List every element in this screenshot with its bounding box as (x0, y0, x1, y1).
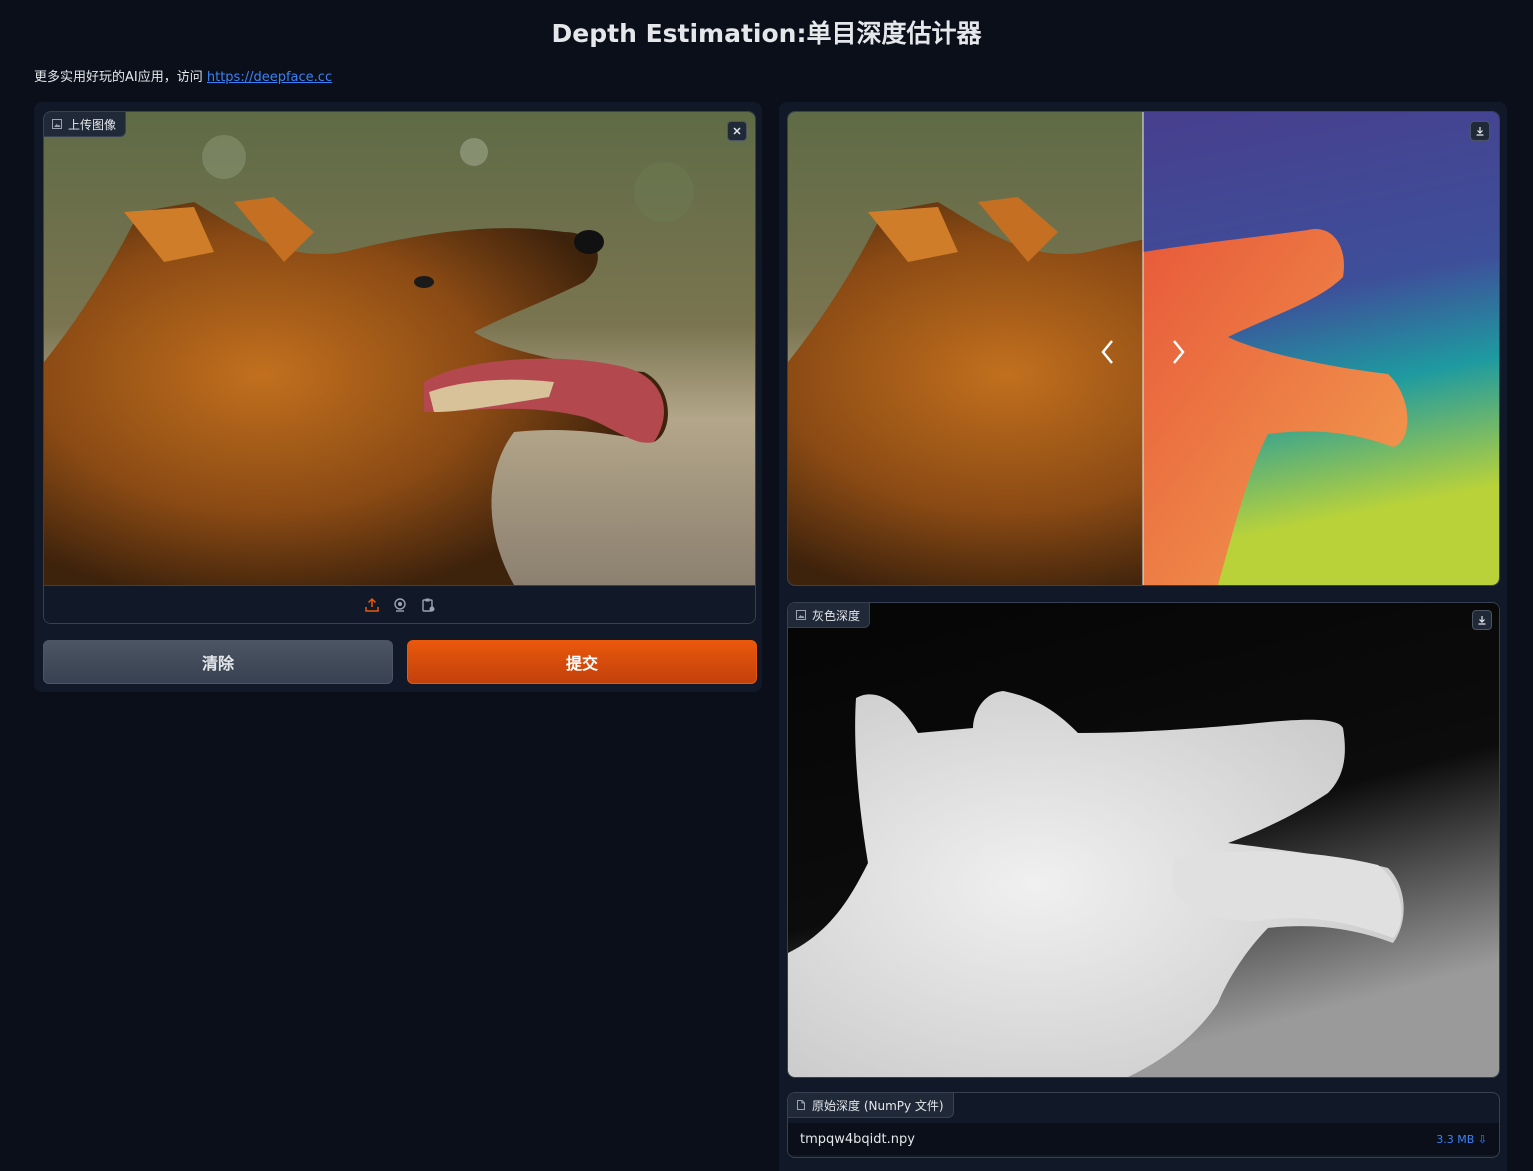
uploaded-dog-image (44, 112, 755, 585)
image-toolbar (44, 585, 755, 623)
intro-text: 更多实用好玩的AI应用，访问 https://deepface.cc (34, 66, 332, 85)
depth-comparison-slider[interactable] (787, 111, 1500, 586)
numpy-file-output: 原始深度 (NumPy 文件) tmpqw4bqidt.npy 3.3 MB ⇩ (787, 1092, 1500, 1158)
clipboard-icon[interactable] (420, 597, 436, 613)
gray-depth-label: 灰色深度 (788, 603, 871, 628)
clear-button[interactable]: 清除 (43, 640, 393, 684)
intro-label: 更多实用好玩的AI应用，访问 (34, 70, 207, 85)
page-title: Depth Estimation:单目深度估计器 (551, 19, 982, 48)
file-row[interactable]: tmpqw4bqidt.npy 3.3 MB ⇩ (788, 1123, 1499, 1155)
download-icon[interactable] (1470, 121, 1490, 141)
gray-depth-label-text: 灰色深度 (812, 608, 861, 623)
app-root: Depth Estimation:单目深度估计器 更多实用好玩的AI应用，访问 … (0, 0, 1533, 1171)
file-size-download[interactable]: 3.3 MB ⇩ (1436, 1133, 1487, 1146)
numpy-file-label: 原始深度 (NumPy 文件) (788, 1093, 954, 1118)
chevron-left-icon[interactable] (1093, 332, 1123, 372)
webcam-icon[interactable] (392, 597, 408, 613)
gray-depth-output: 灰色深度 (787, 602, 1500, 1078)
input-column: 上传图像 清除 提交 (34, 102, 762, 692)
submit-button[interactable]: 提交 (407, 640, 757, 684)
image-icon (796, 610, 806, 620)
close-icon[interactable] (727, 121, 747, 141)
file-icon (797, 1100, 805, 1110)
image-upload[interactable]: 上传图像 (43, 111, 756, 624)
image-icon (52, 119, 62, 129)
image-upload-label-text: 上传图像 (68, 117, 117, 132)
download-icon[interactable] (1472, 610, 1492, 630)
output-column: 灰色深度 原始深度 (NumPy 文件) tmpqw4bqidt.npy 3.3… (779, 102, 1507, 1171)
numpy-file-label-text: 原始深度 (NumPy 文件) (812, 1098, 944, 1113)
gray-depth-image (788, 603, 1499, 1077)
upload-icon[interactable] (364, 597, 380, 613)
intro-link[interactable]: https://deepface.cc (207, 70, 332, 85)
file-name[interactable]: tmpqw4bqidt.npy (800, 1132, 915, 1147)
chevron-right-icon[interactable] (1163, 332, 1193, 372)
image-upload-label: 上传图像 (44, 112, 127, 137)
comparison-image (788, 112, 1499, 585)
